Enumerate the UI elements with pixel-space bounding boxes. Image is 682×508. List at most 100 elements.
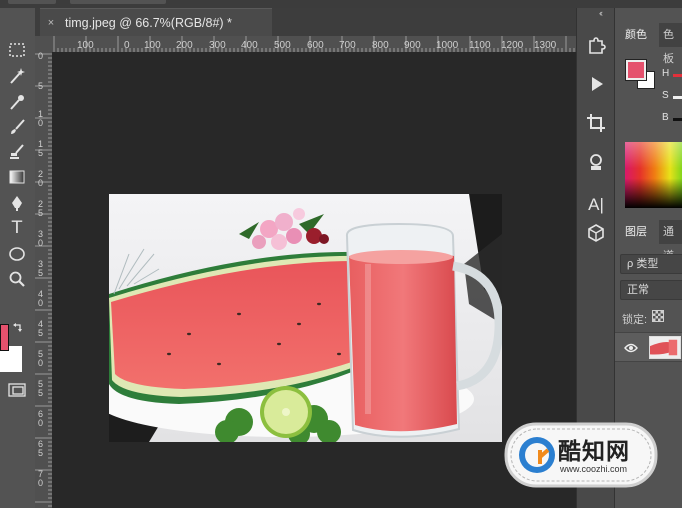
document-tab[interactable]: × timg.jpeg @ 66.7%(RGB/8#) *	[40, 8, 272, 36]
saturation-slider[interactable]	[673, 96, 682, 99]
document-title: timg.jpeg @ 66.7%(RGB/8#) *	[65, 15, 232, 30]
watermark-url: www.coozhi.com	[560, 464, 628, 474]
vertical-ruler[interactable]: 0 5 1 0 1 5 2 0 2 5 3 0 3 5 4 0 4 5 5 0 …	[35, 52, 52, 508]
type-panel-icon: A|	[588, 195, 604, 214]
foreground-color-swatch[interactable]	[0, 324, 9, 351]
tab-channels[interactable]: 通道	[663, 220, 682, 262]
ellipse-tool[interactable]	[5, 243, 29, 265]
ruler-label: 5 5	[37, 379, 43, 398]
type-tool[interactable]: T	[5, 217, 29, 239]
color-spectrum[interactable]	[625, 142, 682, 208]
options-control[interactable]	[70, 0, 166, 4]
ruler-origin[interactable]	[35, 36, 52, 52]
dock-button-crop[interactable]	[584, 111, 608, 135]
close-icon[interactable]: ×	[45, 17, 57, 29]
ruler-label: 200	[176, 40, 193, 51]
ruler-label: 1200	[501, 40, 524, 51]
application-bar	[0, 0, 682, 8]
document-canvas[interactable]	[52, 52, 576, 508]
marquee-icon	[9, 43, 25, 57]
dock-button-clone-source[interactable]	[584, 151, 608, 175]
stamp-icon	[590, 154, 602, 170]
options-control[interactable]	[8, 0, 56, 4]
ruler-label: 5 0	[37, 349, 43, 368]
ruler-label: 0	[37, 52, 43, 61]
lock-label: 锁定:	[622, 314, 648, 326]
saturation-label: S	[662, 90, 669, 101]
ruler-label: 6 5	[37, 439, 43, 458]
ruler-label: 5	[37, 81, 43, 91]
tab-color[interactable]: 颜色	[615, 23, 659, 47]
eyedropper-icon	[10, 95, 24, 110]
dock-button-extensions[interactable]	[584, 33, 608, 57]
magic-wand-tool[interactable]	[5, 65, 29, 87]
gradient-icon	[9, 170, 25, 184]
ruler-label: 7 0	[37, 469, 43, 488]
document-tab-bar: × timg.jpeg @ 66.7%(RGB/8#) *	[35, 8, 576, 36]
dock-button-3d[interactable]	[584, 221, 608, 245]
horizontal-ruler[interactable]: 100 0 100 200 300 400 500 600 700 800 90…	[52, 36, 576, 52]
watermark: 酷知网 www.coozhi.com	[500, 420, 662, 490]
cube-icon	[588, 224, 604, 242]
dock-button-actions[interactable]	[584, 72, 608, 96]
ellipse-icon	[9, 247, 25, 261]
tools-panel: T	[0, 8, 35, 508]
ruler-label: 2 5	[37, 199, 43, 218]
swap-colors-icon[interactable]	[12, 322, 24, 334]
type-icon: T	[11, 218, 23, 238]
pen-tool[interactable]	[5, 192, 29, 214]
gradient-tool[interactable]	[5, 166, 29, 188]
ruler-label: 300	[209, 40, 226, 51]
zoom-tool[interactable]	[5, 268, 29, 290]
ruler-label: 1300	[534, 40, 557, 51]
ruler-label: 1 0	[37, 109, 43, 128]
puzzle-icon	[589, 37, 606, 54]
crop-icon	[587, 114, 605, 132]
layers-panel-tabs: 图层 通道	[615, 220, 682, 262]
clone-stamp-icon	[10, 144, 24, 159]
ruler-label: 0	[124, 40, 130, 51]
brightness-slider[interactable]	[673, 118, 682, 121]
color-panel-tabs: 颜色 色板	[615, 23, 682, 65]
ruler-label: 700	[339, 40, 356, 51]
ruler-label: 800	[372, 40, 389, 51]
ruler-label: 4 5	[37, 319, 43, 338]
lock-transparent-pixels-icon[interactable]	[652, 310, 664, 322]
hue-label: H	[662, 68, 670, 79]
ruler-label: 500	[274, 40, 291, 51]
dock-button-character[interactable]: A|	[584, 193, 608, 217]
hue-slider[interactable]	[673, 74, 682, 77]
play-icon	[592, 77, 603, 91]
layer-row[interactable]	[615, 332, 682, 362]
clone-stamp-tool[interactable]	[5, 141, 29, 163]
eyedropper-tool[interactable]	[5, 91, 29, 113]
ruler-label: 1000	[436, 40, 459, 51]
ruler-label: 4 0	[37, 289, 43, 308]
brush-tool[interactable]	[5, 116, 29, 138]
eye-icon[interactable]	[624, 342, 638, 354]
magic-wand-icon	[10, 68, 25, 84]
ruler-label: 100	[144, 40, 161, 51]
layer-filter-field[interactable]: ρ 类型	[620, 254, 682, 274]
ruler-label: 1 5	[37, 139, 43, 158]
layer-thumbnail[interactable]	[649, 336, 681, 359]
zoom-icon	[9, 271, 25, 287]
ruler-label: 1100	[469, 40, 491, 51]
document-image[interactable]	[109, 194, 502, 442]
watermark-brand: 酷知网	[558, 439, 630, 465]
ruler-label: 2 0	[37, 169, 43, 188]
ruler-label: 3 0	[37, 229, 43, 248]
layer-thumbnail-image	[650, 337, 680, 358]
collapse-dock-icon[interactable]: ‹‹	[599, 8, 603, 18]
ruler-label: 600	[307, 40, 324, 51]
blend-mode-select[interactable]: 正常	[620, 280, 682, 300]
foreground-color-chip[interactable]	[626, 60, 646, 80]
quick-mask-icon[interactable]	[8, 382, 26, 398]
tab-swatches[interactable]: 色板	[663, 23, 682, 65]
tab-layers[interactable]: 图层	[615, 220, 659, 244]
marquee-tool[interactable]	[5, 39, 29, 61]
brightness-label: B	[662, 112, 669, 123]
brush-icon	[11, 119, 25, 134]
ruler-label: 900	[404, 40, 421, 51]
ruler-label: 6 0	[37, 409, 43, 428]
